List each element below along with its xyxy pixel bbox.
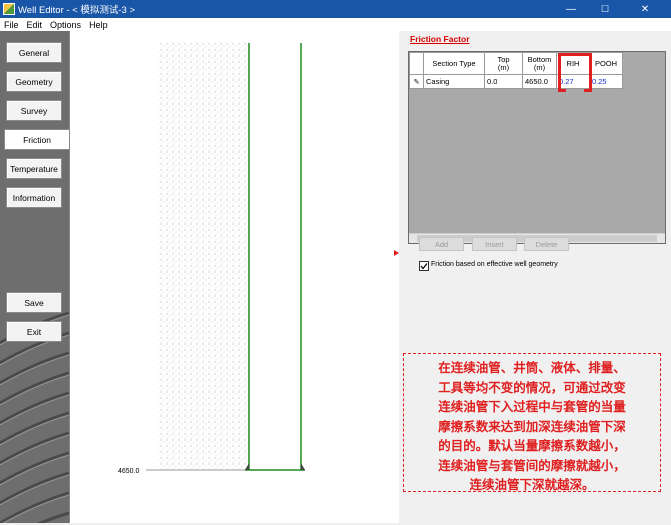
nav-temperature[interactable]: Temperature [6,158,62,179]
window-title: Well Editor - < 模拟测试-3 > [18,5,136,16]
note-line: 连续油管下入过程中与套管的当量 [438,400,626,414]
friction-grid[interactable]: Section Type Top (m) Bottom (m) RIH POOH… [408,51,666,244]
title-bar: Well Editor - < 模拟测试-3 > — ☐ ✕ [0,0,671,18]
cell-bottom[interactable]: 4650.0 [522,74,557,89]
note-line: 连续油管下深就越深。 [469,478,595,492]
collapse-arrow-icon[interactable] [394,250,399,256]
note-line: 的目的。默认当量摩擦系数越小， [438,439,626,453]
cell-section-type[interactable]: Casing [423,74,485,89]
rih-highlight-box [558,53,592,91]
app-icon [3,3,15,15]
note-line: 连续油管与套管间的摩擦就越小， [438,458,626,473]
well-schematic: 4650.0 [69,31,399,523]
col-top: Top (m) [484,52,523,75]
note-line: 摩擦系数来达到加深连续油管下深 [438,419,626,434]
nav-friction[interactable]: Friction [4,129,69,150]
row-edit-icon: ✎ [409,74,424,89]
menu-bar: File Edit Options Help [0,18,671,31]
col-bottom: Bottom (m) [522,52,557,75]
rih-highlight-foot-left [558,89,566,92]
save-button[interactable]: Save [6,292,62,313]
delete-button[interactable]: Delete [524,237,569,251]
col-pooh: POOH [589,52,623,75]
cell-pooh[interactable]: 0.25 [589,74,623,89]
insert-button[interactable]: Insert [472,237,517,251]
minimize-button[interactable]: — [554,0,588,18]
nav-information[interactable]: Information [6,187,62,208]
nav-geometry[interactable]: Geometry [6,71,62,92]
note-line: 在连续油管、井筒、液体、排量、 [438,361,626,375]
close-button[interactable]: ✕ [628,0,662,18]
menu-help[interactable]: Help [85,20,112,30]
friction-factor-title: Friction Factor [410,34,470,44]
sidebar: General Geometry Survey Friction Tempera… [0,31,69,523]
wellbore [249,43,301,470]
checkmark-icon [420,263,428,270]
add-button[interactable]: Add [419,237,464,251]
exit-button[interactable]: Exit [6,321,62,342]
menu-edit[interactable]: Edit [23,20,47,30]
well-drawing: 4650.0 [118,43,305,475]
annotation-note: 在连续油管、井筒、液体、排量、 工具等均不变的情况，可通过改变 连续油管下入过程… [403,353,661,492]
nav-survey[interactable]: Survey [6,100,62,121]
friction-panel: Friction Factor Section Type Top (m) Bot… [400,31,671,523]
maximize-button[interactable]: ☐ [588,0,622,18]
effective-geometry-checkbox[interactable] [419,261,429,271]
cell-top[interactable]: 0.0 [484,74,523,89]
depth-label: 4650.0 [118,468,140,475]
menu-file[interactable]: File [0,20,23,30]
rih-highlight-foot-right [584,89,592,92]
col-section-type: Section Type [423,52,485,75]
row-header-corner [409,52,424,75]
note-line: 工具等均不变的情况，可通过改变 [438,380,626,395]
effective-geometry-label: Friction based on effective well geometr… [431,261,558,268]
menu-options[interactable]: Options [46,20,85,30]
nav-general[interactable]: General [6,42,62,63]
